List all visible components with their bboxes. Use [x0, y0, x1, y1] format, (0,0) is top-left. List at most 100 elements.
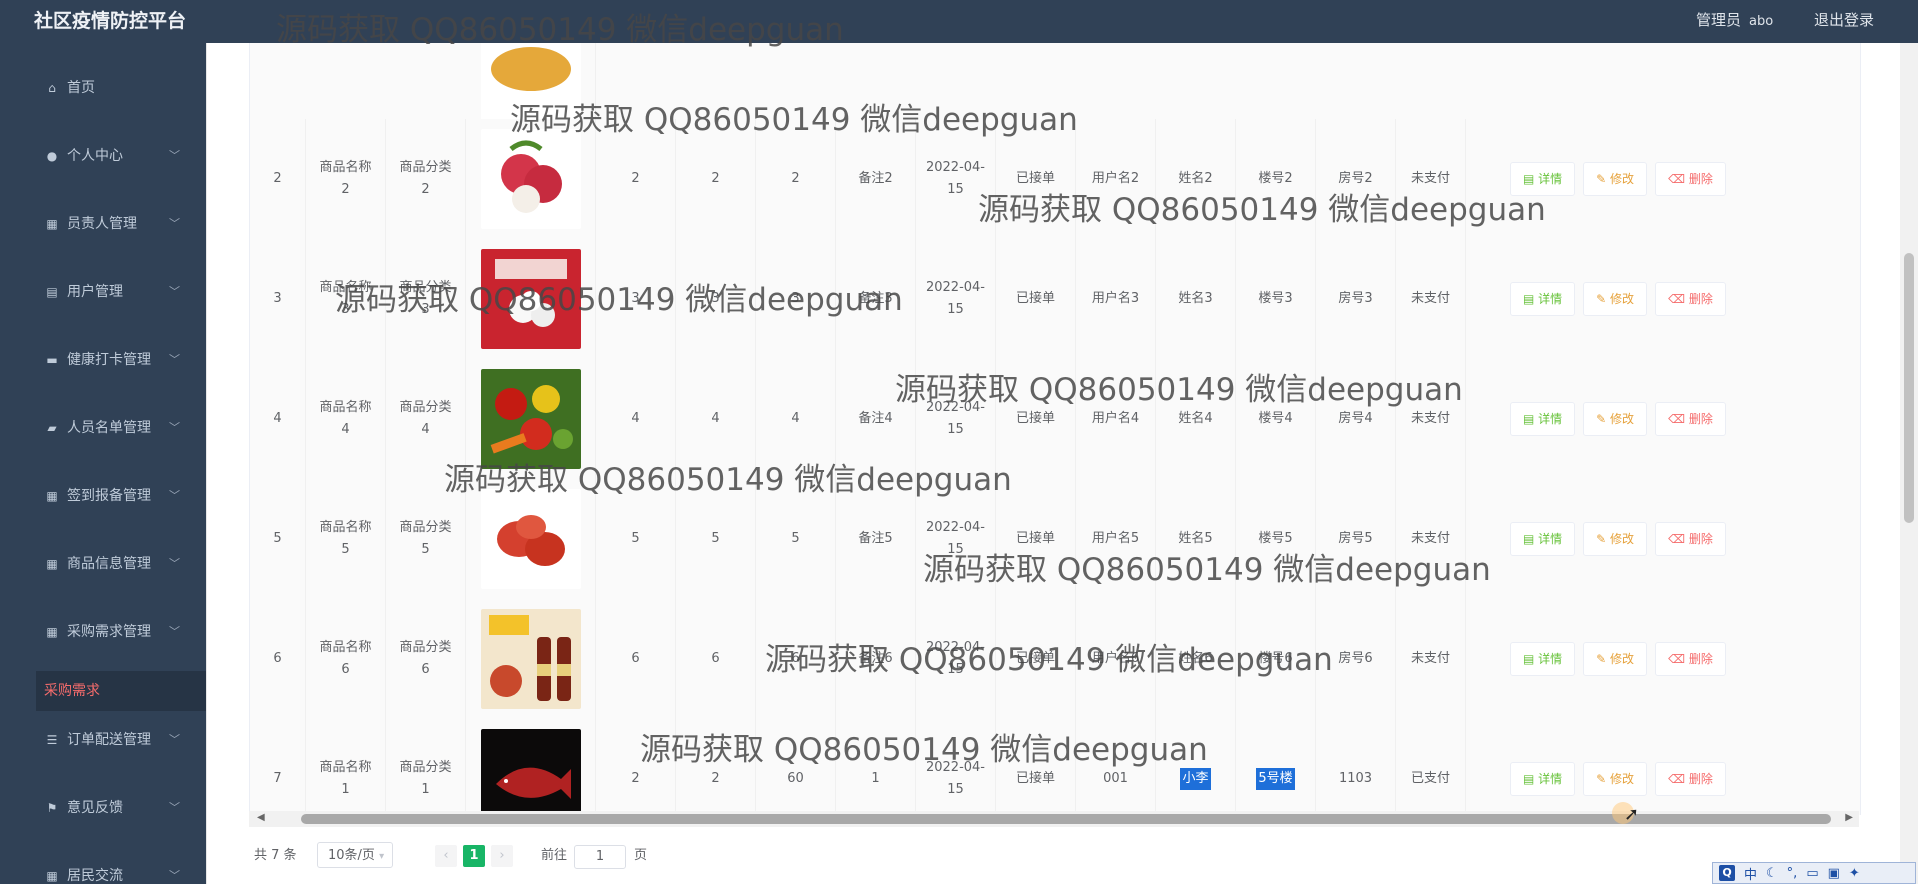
- page-size-select[interactable]: 10条/页 ▾: [317, 842, 393, 868]
- edit-button[interactable]: ✎ 修改: [1583, 642, 1648, 676]
- sidebar-item[interactable]: ▦ 员责人管理 ﹀: [0, 204, 206, 244]
- horizontal-scroll-thumb[interactable]: [301, 814, 1831, 824]
- cell-text: 001: [1103, 771, 1128, 786]
- cell-text: 2: [711, 771, 720, 786]
- vertical-scrollbar[interactable]: [1900, 43, 1918, 884]
- watermark: 源码获取 QQ86050149 微信deepguan: [923, 552, 1491, 588]
- toolbox-icon[interactable]: ▣: [1828, 866, 1840, 881]
- row-actions: ▤ 详情 ✎ 修改 ⌫ 删除: [1466, 239, 1860, 359]
- ime-logo-icon[interactable]: Q: [1719, 865, 1735, 881]
- cell-name: 商品名称 5: [306, 479, 386, 599]
- sidebar-item[interactable]: ▰ 人员名单管理 ﹀: [0, 408, 206, 448]
- trash-icon: ⌫: [1668, 772, 1689, 786]
- delete-button[interactable]: ⌫ 删除: [1655, 762, 1726, 796]
- moon-icon[interactable]: ☾: [1766, 866, 1778, 881]
- flag-icon: ⚑: [46, 801, 58, 815]
- cell-text: 6: [711, 651, 720, 666]
- detail-button[interactable]: ▤ 详情: [1510, 642, 1576, 676]
- logout-button[interactable]: 退出登录: [1814, 11, 1874, 29]
- sidebar-item[interactable]: ● 个人中心 ﹀: [0, 136, 206, 176]
- next-page-button[interactable]: ›: [491, 845, 513, 867]
- cell-text: 5: [273, 531, 282, 546]
- edit-button[interactable]: ✎ 修改: [1583, 402, 1648, 436]
- cell-text: 2: [791, 171, 800, 186]
- button-label: 删除: [1688, 172, 1713, 186]
- detail-button[interactable]: ▤ 详情: [1510, 402, 1576, 436]
- detail-button[interactable]: ▤ 详情: [1510, 282, 1576, 316]
- detail-button[interactable]: ▤ 详情: [1510, 762, 1576, 796]
- sidebar-item-label: 订单配送管理: [67, 732, 151, 748]
- row-actions: ▤ 详情 ✎ 修改 ⌫ 删除: [1466, 599, 1860, 719]
- settings-icon[interactable]: ✦: [1849, 866, 1860, 881]
- page-number-current[interactable]: 1: [463, 845, 485, 867]
- ime-toolbar[interactable]: Q 中 ☾ °, ▭ ▣ ✦: [1712, 862, 1916, 884]
- cell-idx: 2: [250, 119, 306, 239]
- user-area: 管理员 abo 退出登录: [1660, 9, 1874, 30]
- edit-button[interactable]: ✎ 修改: [1583, 522, 1648, 556]
- cell-text: 4: [711, 411, 720, 426]
- button-label: 详情: [1538, 292, 1563, 306]
- pencil-icon: ✎: [1596, 652, 1611, 666]
- cell-text: 备注5: [858, 531, 893, 546]
- trash-icon: ⌫: [1668, 292, 1689, 306]
- briefcase-icon: ▬: [46, 353, 58, 367]
- cell-line: 商品分类: [399, 400, 452, 415]
- sidebar-item[interactable]: ⌂ 首页: [0, 68, 206, 108]
- cell-idx: 5: [250, 479, 306, 599]
- cell-text: 楼号4: [1258, 411, 1293, 426]
- sidebar-item[interactable]: ▦ 签到报备管理 ﹀: [0, 476, 206, 516]
- sidebar-subitem-active[interactable]: 采购需求: [36, 671, 206, 711]
- cell-text: 1: [871, 771, 880, 786]
- sidebar-item[interactable]: ▦ 采购需求管理 ﹀: [0, 612, 206, 652]
- delete-button[interactable]: ⌫ 删除: [1655, 642, 1726, 676]
- sidebar-item[interactable]: ▬ 健康打卡管理 ﹀: [0, 340, 206, 380]
- sidebar-item[interactable]: ▤ 用户管理 ﹀: [0, 272, 206, 312]
- edit-button[interactable]: ✎ 修改: [1583, 162, 1648, 196]
- cell-line: 商品分类: [399, 520, 452, 535]
- scroll-right-icon[interactable]: ▶: [1845, 812, 1853, 823]
- cell-line: 6: [421, 662, 430, 677]
- punctuation-icon[interactable]: °,: [1787, 866, 1798, 881]
- cell-text: 4: [791, 411, 800, 426]
- button-label: 修改: [1610, 292, 1635, 306]
- ime-mode[interactable]: 中: [1744, 864, 1757, 883]
- cell-line: 商品分类: [399, 760, 452, 775]
- vertical-scroll-thumb[interactable]: [1904, 253, 1914, 523]
- watermark: 源码获取 QQ86050149 微信deepguan: [895, 372, 1463, 408]
- cell-text: 姓名3: [1178, 291, 1213, 306]
- scroll-left-icon[interactable]: ◀: [257, 812, 265, 823]
- cell-text: 7: [273, 771, 282, 786]
- sidebar-item[interactable]: ☰ 订单配送管理 ﹀: [0, 720, 206, 760]
- cell-line: 15: [947, 182, 964, 197]
- goto-page-input[interactable]: 1: [574, 845, 626, 869]
- button-label: 详情: [1538, 772, 1563, 786]
- sidebar-item[interactable]: ▦ 居民交流 ﹀: [0, 856, 206, 884]
- trash-icon: ⌫: [1668, 412, 1689, 426]
- cell-text: 商品分类 2: [396, 157, 456, 201]
- detail-button[interactable]: ▤ 详情: [1510, 522, 1576, 556]
- watermark: 源码获取 QQ86050149 微信deepguan: [444, 462, 1012, 498]
- cell-text: 2022-04- 15: [926, 157, 986, 201]
- button-label: 删除: [1688, 652, 1713, 666]
- delete-button[interactable]: ⌫ 删除: [1655, 162, 1726, 196]
- cell-user: 用户名3: [1076, 239, 1156, 359]
- prev-page-button[interactable]: ‹: [435, 845, 457, 867]
- cell-text: 小李: [1180, 768, 1211, 790]
- admin-name: abo: [1749, 14, 1774, 29]
- delete-button[interactable]: ⌫ 删除: [1655, 522, 1726, 556]
- delete-button[interactable]: ⌫ 删除: [1655, 402, 1726, 436]
- cell-cat: 商品分类 6: [386, 599, 466, 719]
- edit-button[interactable]: ✎ 修改: [1583, 282, 1648, 316]
- button-label: 详情: [1538, 532, 1563, 546]
- cell-idx: 6: [250, 599, 306, 719]
- edit-button[interactable]: ✎ 修改: [1583, 762, 1648, 796]
- row-actions: ▤ 详情 ✎ 修改 ⌫ 删除: [1466, 719, 1860, 815]
- cell-line: 4: [341, 422, 350, 437]
- cell-line: 1: [421, 782, 430, 797]
- sidebar-item[interactable]: ▦ 商品信息管理 ﹀: [0, 544, 206, 584]
- sidebar-item[interactable]: ⚑ 意见反馈 ﹀: [0, 788, 206, 828]
- delete-button[interactable]: ⌫ 删除: [1655, 282, 1726, 316]
- keyboard-icon[interactable]: ▭: [1806, 866, 1818, 881]
- cell-name: 商品名称 1: [306, 719, 386, 815]
- cell-text: 已接单: [1015, 411, 1055, 426]
